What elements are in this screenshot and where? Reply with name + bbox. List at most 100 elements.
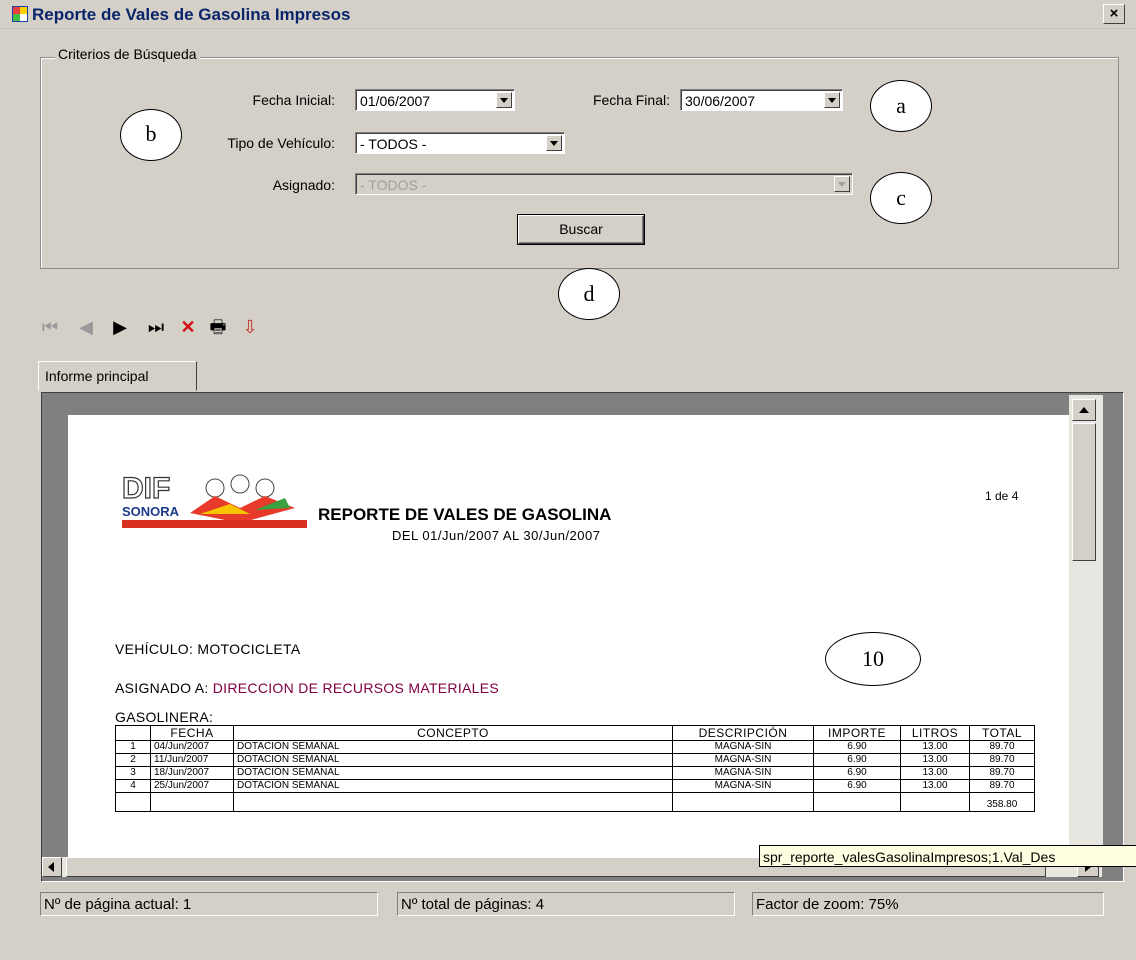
row-liters: 13.00 (900, 779, 970, 793)
table-row: 2 11/Jun/2007 DOTACIÓN SEMANAL MAGNA-SIN… (115, 753, 1035, 767)
end-date-picker[interactable]: 30/06/2007 (680, 89, 843, 111)
svg-text:DIF: DIF (122, 472, 170, 505)
scroll-left-button[interactable] (42, 857, 62, 877)
report-title: REPORTE DE VALES DE GASOLINA (318, 505, 612, 524)
start-date-picker[interactable]: 01/06/2007 (355, 89, 515, 111)
app-window-icon[interactable] (12, 6, 28, 22)
assigned-to-value: DIRECCION DE RECURSOS MATERIALES (212, 680, 500, 696)
vehicle-type-dropdown-icon[interactable] (546, 135, 562, 151)
vehicle-type-label: Tipo de Vehículo: (227, 135, 335, 151)
window-title: Reporte de Vales de Gasolina Impresos (32, 5, 351, 24)
assigned-value: - TODOS - (360, 177, 427, 193)
grand-total: 358.80 (969, 792, 1035, 812)
callout-d: d (558, 268, 620, 320)
column-header: IMPORTE (813, 725, 901, 741)
table-row: 4 25/Jun/2007 DOTACIÓN SEMANAL MAGNA-SIN… (115, 779, 1035, 793)
column-header: DESCRIPCIÓN (672, 725, 814, 741)
row-number: 1 (115, 740, 151, 754)
report-subtitle: DEL 01/Jun/2007 AL 30/Jun/2007 (392, 528, 601, 543)
status-zoom: Factor de zoom: 75% (752, 892, 1104, 916)
assigned-line: ASIGNADO A: DIRECCION DE RECURSOS MATERI… (115, 680, 499, 696)
report-page-indicator: 1 de 4 (985, 489, 1019, 503)
row-date: 18/Jun/2007 (150, 766, 234, 780)
vehicle-type-value: - TODOS - (360, 136, 427, 152)
callout-b: b (120, 109, 182, 161)
row-liters: 13.00 (900, 766, 970, 780)
field-tooltip: spr_reporte_valesGasolinaImpresos;1.Val_… (759, 845, 1136, 867)
status-current-page: Nº de página actual: 1 (40, 892, 378, 916)
export-icon[interactable]: ⇩ (240, 315, 260, 339)
row-date: 25/Jun/2007 (150, 779, 234, 793)
close-button[interactable]: × (1103, 4, 1125, 24)
start-date-label: Fecha Inicial: (252, 92, 335, 108)
row-date: 04/Jun/2007 (150, 740, 234, 754)
row-total: 89.70 (969, 766, 1035, 780)
table-header-row: FECHA CONCEPTO DESCRIPCIÓN IMPORTE LITRO… (115, 725, 1035, 741)
arrow-up-icon (1079, 407, 1089, 413)
row-price: 6.90 (813, 779, 901, 793)
row-price: 6.90 (813, 753, 901, 767)
column-header: TOTAL (969, 725, 1035, 741)
search-criteria-legend: Criterios de Búsqueda (55, 46, 200, 62)
row-price: 6.90 (813, 740, 901, 754)
row-total: 89.70 (969, 740, 1035, 754)
row-concept: DOTACIÓN SEMANAL (233, 740, 673, 754)
row-description: MAGNA-SIN (672, 740, 814, 754)
row-concept: DOTACIÓN SEMANAL (233, 766, 673, 780)
status-total-pages: Nº total de páginas: 4 (397, 892, 735, 916)
print-icon[interactable]: 🖶 (208, 315, 228, 339)
vertical-scrollbar[interactable] (1069, 395, 1103, 877)
row-liters: 13.00 (900, 753, 970, 767)
column-header (115, 725, 151, 741)
vehicle-line: VEHÍCULO: MOTOCICLETA (115, 641, 301, 657)
column-header: LITROS (900, 725, 970, 741)
table-row: 1 04/Jun/2007 DOTACIÓN SEMANAL MAGNA-SIN… (115, 740, 1035, 754)
logo-text: SONORA (122, 504, 180, 519)
callout-c: c (870, 172, 932, 224)
callout-a: a (870, 80, 932, 132)
row-concept: DOTACIÓN SEMANAL (233, 753, 673, 767)
vehicle-value: MOTOCICLETA (197, 641, 301, 657)
row-date: 11/Jun/2007 (150, 753, 234, 767)
row-description: MAGNA-SIN (672, 766, 814, 780)
row-description: MAGNA-SIN (672, 779, 814, 793)
arrow-left-icon (48, 862, 54, 872)
tab-informe-principal[interactable]: Informe principal (38, 361, 197, 391)
assigned-select[interactable]: - TODOS - (355, 173, 853, 195)
end-date-value: 30/06/2007 (685, 93, 756, 109)
table-total-row: 358.80 (115, 792, 1035, 812)
assigned-dropdown-icon[interactable] (834, 176, 850, 192)
assigned-to-label: ASIGNADO A: (115, 680, 209, 696)
stop-icon[interactable]: ✕ (178, 315, 198, 339)
row-liters: 13.00 (900, 740, 970, 754)
row-number: 2 (115, 753, 151, 767)
assigned-label: Asignado: (272, 177, 335, 193)
end-date-dropdown-icon[interactable] (824, 92, 840, 108)
vertical-scroll-thumb[interactable] (1072, 423, 1096, 561)
row-total: 89.70 (969, 779, 1035, 793)
previous-page-icon[interactable]: ◀ (76, 315, 96, 339)
row-total: 89.70 (969, 753, 1035, 767)
row-number: 3 (115, 766, 151, 780)
row-description: MAGNA-SIN (672, 753, 814, 767)
callout-10: 10 (825, 632, 921, 686)
gas-station-label: GASOLINERA: (115, 709, 214, 725)
vehicle-type-select[interactable]: - TODOS - (355, 132, 565, 154)
start-date-value: 01/06/2007 (360, 93, 431, 109)
row-concept: DOTACIÓN SEMANAL (233, 779, 673, 793)
first-page-icon[interactable]: ⏮ (40, 315, 60, 339)
report-table: FECHA CONCEPTO DESCRIPCIÓN IMPORTE LITRO… (115, 725, 1035, 812)
start-date-dropdown-icon[interactable] (496, 92, 512, 108)
row-number: 4 (115, 779, 151, 793)
end-date-label: Fecha Final: (592, 92, 670, 108)
search-button[interactable]: Buscar (517, 214, 645, 245)
next-page-icon[interactable]: ▶ (110, 315, 130, 339)
column-header: CONCEPTO (233, 725, 673, 741)
dif-sonora-logo: DIF SONORA (120, 468, 310, 530)
vehicle-label: VEHÍCULO: (115, 641, 194, 657)
column-header: FECHA (150, 725, 234, 741)
last-page-icon[interactable]: ⏭ (146, 315, 166, 339)
scroll-up-button[interactable] (1072, 399, 1096, 421)
table-row: 3 18/Jun/2007 DOTACIÓN SEMANAL MAGNA-SIN… (115, 766, 1035, 780)
row-price: 6.90 (813, 766, 901, 780)
